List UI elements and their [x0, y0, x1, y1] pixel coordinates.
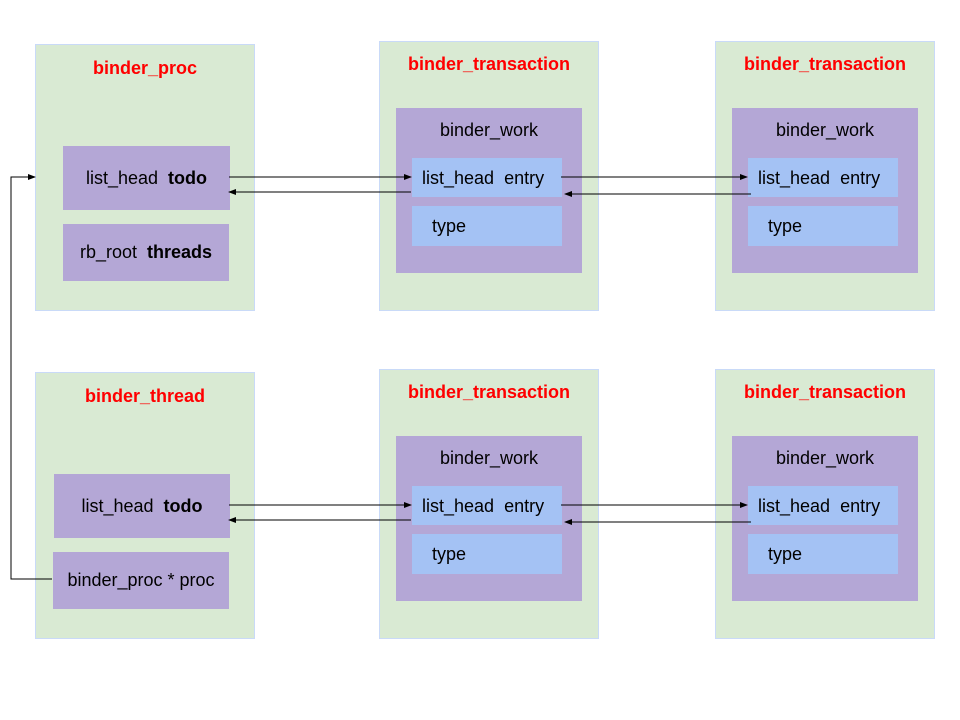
type-field: type	[748, 206, 898, 246]
type-field: type	[748, 534, 898, 574]
thread-proc-field: binder_proc * proc	[53, 552, 229, 609]
entry-type: list_head	[422, 496, 495, 516]
entry-name: entry	[840, 168, 881, 188]
binder-work-struct: binder_work list_head entry type	[732, 436, 918, 601]
binder-work-label: binder_work	[775, 120, 875, 140]
proc-threads-type: rb_root	[79, 242, 137, 262]
entry-type: list_head	[422, 168, 495, 188]
proc-todo-field: list_head todo	[63, 146, 230, 210]
type-label: type	[768, 544, 803, 564]
entry-name: entry	[504, 168, 545, 188]
entry-name: entry	[840, 496, 881, 516]
binder-work-struct: binder_work list_head entry type	[732, 108, 918, 273]
transaction-title: binder_transaction	[743, 54, 907, 74]
entry-field: list_head entry	[748, 158, 898, 197]
entry-field: list_head entry	[748, 486, 898, 525]
thread-todo-name: todo	[163, 495, 203, 516]
binder-work-label: binder_work	[439, 120, 539, 140]
type-label: type	[432, 544, 467, 564]
entry-field: list_head entry	[412, 486, 562, 525]
type-field: type	[412, 206, 562, 246]
transaction-box: binder_transaction binder_work list_head…	[379, 41, 599, 311]
transaction-box: binder_transaction binder_work list_head…	[379, 369, 599, 639]
type-label: type	[768, 216, 803, 236]
proc-todo-type: list_head	[85, 167, 159, 188]
binder-work-label: binder_work	[775, 448, 875, 468]
proc-threads-field: rb_root threads	[63, 224, 229, 281]
thread-todo-type: list_head	[81, 495, 154, 516]
thread-proc-text: binder_proc * proc	[67, 570, 215, 590]
binder-work-struct: binder_work list_head entry type	[396, 436, 582, 601]
binder-thread-box: binder_thread list_head todo binder_proc…	[35, 372, 255, 639]
entry-type: list_head	[758, 496, 831, 516]
transaction-title: binder_transaction	[407, 54, 571, 74]
type-label: type	[432, 216, 467, 236]
type-field: type	[412, 534, 562, 574]
entry-type: list_head	[758, 168, 831, 188]
thread-todo-field: list_head todo	[54, 474, 230, 538]
binder-proc-box: binder_proc list_head todo rb_root threa…	[35, 44, 255, 311]
binder-proc-title: binder_proc	[92, 58, 198, 78]
binder-work-label: binder_work	[439, 448, 539, 468]
proc-todo-name: todo	[168, 167, 208, 188]
transaction-title: binder_transaction	[407, 382, 571, 402]
transaction-box: binder_transaction binder_work list_head…	[715, 369, 935, 639]
transaction-box: binder_transaction binder_work list_head…	[715, 41, 935, 311]
proc-threads-name: threads	[147, 242, 213, 262]
binder-thread-title: binder_thread	[84, 386, 206, 406]
entry-field: list_head entry	[412, 158, 562, 197]
binder-work-struct: binder_work list_head entry type	[396, 108, 582, 273]
transaction-title: binder_transaction	[743, 382, 907, 402]
entry-name: entry	[504, 496, 545, 516]
